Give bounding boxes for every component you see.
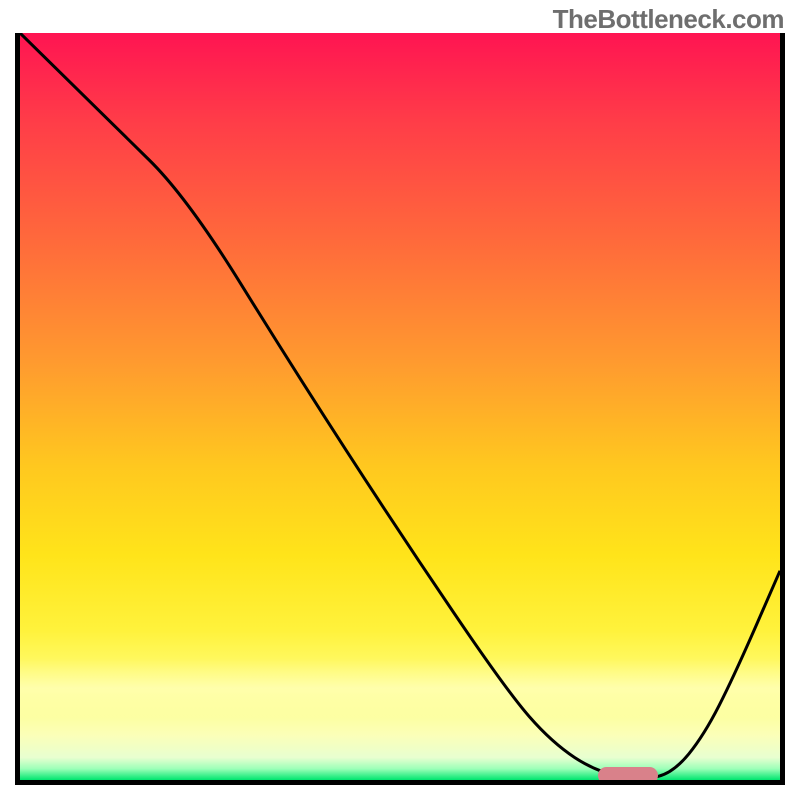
chart-stage: TheBottleneck.com (0, 0, 800, 800)
bottleneck-curve-svg (20, 33, 780, 780)
optimum-marker (598, 767, 659, 784)
watermark-text: TheBottleneck.com (553, 4, 784, 35)
plot-area (15, 33, 785, 785)
bottleneck-curve-path (20, 33, 780, 778)
